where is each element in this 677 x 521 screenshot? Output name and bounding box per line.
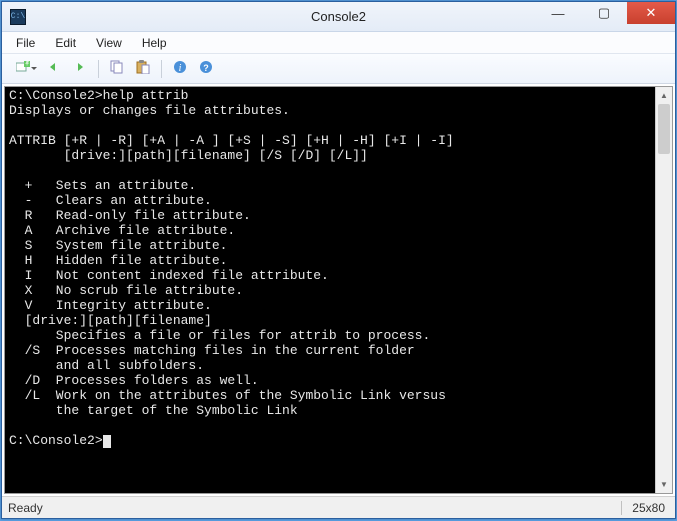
- close-button[interactable]: ✕: [627, 2, 675, 24]
- console-container: C:\Console2>help attrib Displays or chan…: [4, 86, 673, 494]
- window-controls: — ▢ ✕: [535, 2, 675, 24]
- new-tab-button[interactable]: +: [6, 58, 40, 80]
- status-dimensions: 25x80: [622, 501, 675, 515]
- info-button-1[interactable]: i: [168, 58, 192, 80]
- scroll-up-button[interactable]: ▲: [656, 87, 672, 104]
- toolbar-separator: [98, 60, 99, 78]
- toolbar-separator: [161, 60, 162, 78]
- copy-button[interactable]: [105, 58, 129, 80]
- svg-text:?: ?: [203, 63, 209, 73]
- scroll-down-button[interactable]: ▼: [656, 476, 672, 493]
- paste-button[interactable]: [131, 58, 155, 80]
- arrow-left-icon: [47, 61, 61, 76]
- new-tab-icon: +: [16, 61, 30, 76]
- titlebar[interactable]: C:\ Console2 — ▢ ✕: [2, 2, 675, 32]
- prev-tab-button[interactable]: [42, 58, 66, 80]
- app-window: C:\ Console2 — ▢ ✕ File Edit View Help +: [1, 1, 676, 519]
- vertical-scrollbar[interactable]: ▲ ▼: [655, 87, 672, 493]
- copy-icon: [109, 60, 125, 77]
- info-icon: i: [173, 60, 187, 77]
- menubar: File Edit View Help: [2, 32, 675, 54]
- menu-view[interactable]: View: [86, 34, 132, 52]
- next-tab-button[interactable]: [68, 58, 92, 80]
- menu-edit[interactable]: Edit: [45, 34, 86, 52]
- maximize-button[interactable]: ▢: [581, 2, 627, 24]
- scroll-thumb[interactable]: [658, 104, 670, 154]
- svg-text:i: i: [179, 63, 182, 74]
- cursor: [103, 435, 111, 448]
- toolbar: + i: [2, 54, 675, 84]
- help-icon: ?: [199, 60, 213, 77]
- status-text: Ready: [2, 501, 622, 515]
- arrow-right-icon: [73, 61, 87, 76]
- info-button-2[interactable]: ?: [194, 58, 218, 80]
- menu-file[interactable]: File: [6, 34, 45, 52]
- svg-text:+: +: [25, 61, 29, 68]
- paste-icon: [135, 60, 151, 77]
- menu-help[interactable]: Help: [132, 34, 177, 52]
- minimize-button[interactable]: —: [535, 2, 581, 24]
- statusbar: Ready 25x80: [2, 496, 675, 518]
- console-output[interactable]: C:\Console2>help attrib Displays or chan…: [5, 87, 655, 493]
- app-icon: C:\: [10, 9, 26, 25]
